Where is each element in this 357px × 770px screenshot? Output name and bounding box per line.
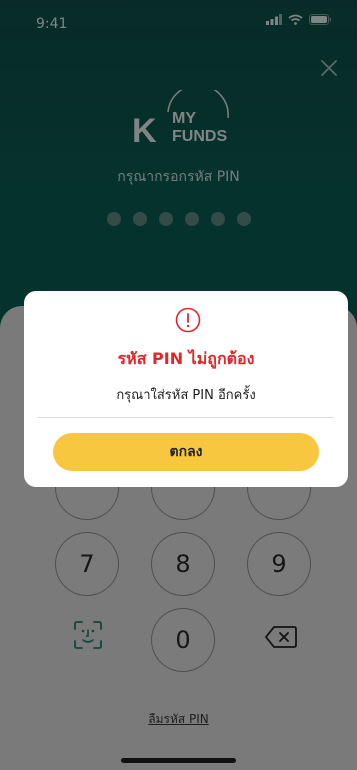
dialog-divider bbox=[38, 417, 334, 418]
status-icons bbox=[266, 14, 331, 25]
logo-top-text: MY bbox=[172, 110, 196, 127]
kmyfunds-logo: K MY FUNDS bbox=[132, 84, 232, 150]
home-indicator bbox=[121, 758, 236, 763]
key-9-label: 9 bbox=[271, 550, 287, 578]
key-9[interactable]: 9 bbox=[247, 532, 311, 596]
pin-dot bbox=[158, 212, 173, 226]
pin-dot bbox=[106, 212, 121, 226]
key-0[interactable]: 0 bbox=[151, 608, 215, 672]
dialog-title: รหัส PIN ไม่ถูกต้อง bbox=[117, 349, 255, 368]
status-time: 9:41 bbox=[36, 16, 68, 32]
battery-icon bbox=[309, 14, 331, 25]
key-7-label: 7 bbox=[79, 550, 95, 578]
close-button[interactable] bbox=[319, 58, 339, 78]
logo-bottom-text: FUNDS bbox=[172, 128, 227, 145]
dialog-message: กรุณาใส่รหัส PIN อีกครั้ง bbox=[116, 388, 256, 403]
pin-dot bbox=[184, 212, 199, 226]
pin-dot bbox=[132, 212, 147, 226]
backspace-button[interactable] bbox=[263, 624, 299, 650]
pin-dots bbox=[0, 212, 357, 226]
status-bar: 9:41 bbox=[0, 0, 357, 44]
alert-icon bbox=[175, 307, 201, 333]
forgot-pin-link[interactable]: ลืมรหัส PIN bbox=[0, 710, 357, 729]
error-dialog: รหัส PIN ไม่ถูกต้อง กรุณาใส่รหัส PIN อีก… bbox=[24, 291, 348, 487]
pin-dot bbox=[236, 212, 251, 226]
face-id-icon bbox=[74, 621, 102, 649]
pin-screen: 9:41 K MY FUNDS กรุณากรอกรหัส PIN 7 8 9 … bbox=[0, 0, 357, 770]
backspace-icon bbox=[265, 626, 297, 648]
key-8-label: 8 bbox=[175, 550, 191, 578]
close-icon bbox=[321, 60, 337, 76]
confirm-button-label: ตกลง bbox=[169, 444, 203, 460]
logo-mark: K bbox=[132, 112, 157, 148]
wifi-icon bbox=[288, 14, 303, 25]
face-id-button[interactable] bbox=[73, 620, 103, 650]
pin-header: 9:41 K MY FUNDS กรุณากรอกรหัส PIN bbox=[0, 0, 357, 340]
key-8[interactable]: 8 bbox=[151, 532, 215, 596]
confirm-button[interactable]: ตกลง bbox=[53, 433, 319, 471]
pin-prompt: กรุณากรอกรหัส PIN bbox=[117, 169, 240, 185]
pin-dot bbox=[210, 212, 225, 226]
key-7[interactable]: 7 bbox=[55, 532, 119, 596]
key-0-label: 0 bbox=[175, 626, 191, 654]
signal-icon bbox=[266, 14, 282, 25]
